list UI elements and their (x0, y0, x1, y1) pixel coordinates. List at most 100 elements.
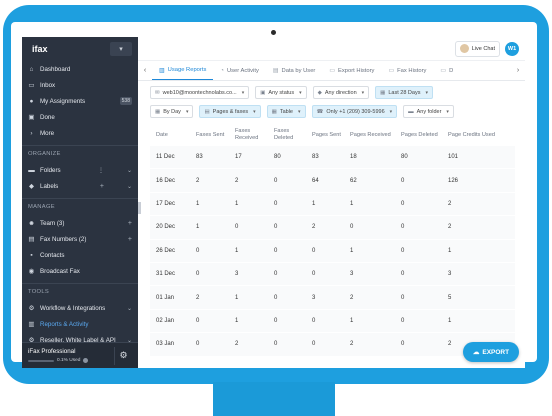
table-cell: 2 (235, 177, 239, 184)
live-chat-button[interactable]: Live Chat (454, 40, 500, 57)
cloud-upload-icon: ☁ (472, 349, 480, 356)
fax-number-filter[interactable]: ☎ Only +1 (209) 309-5996 ▾ (311, 105, 398, 118)
table-cell: 18 (350, 154, 357, 161)
user-avatar[interactable]: W1 (505, 41, 519, 56)
tab-fax-history[interactable]: ▭ Fax History (381, 61, 433, 80)
export-button[interactable]: ☁ EXPORT (463, 342, 519, 362)
sidebar-item-dashboard[interactable]: ⌂ Dashboard (22, 61, 138, 77)
tab-export-history[interactable]: ▭ Export History (322, 61, 381, 80)
column-header[interactable]: Faxes Deleted (268, 128, 306, 142)
table-cell: 0 (401, 341, 405, 348)
team-icon: ☻ (28, 219, 35, 227)
table-cell: 0 (196, 341, 200, 348)
chevron-down-icon[interactable]: ⌄ (127, 305, 132, 312)
section-title-organize: ORGANIZE (22, 145, 138, 159)
table-body: 11 Dec 83 17 80 83 18 80 101 16 Dec 2 2 0 64 62 0 126 17… (150, 146, 515, 357)
activity-icon: ◔ (220, 67, 224, 74)
sidebar-item-broadcast-fax[interactable]: ◉ Broadcast Fax (22, 263, 138, 279)
column-header[interactable]: Faxes Sent (190, 132, 229, 139)
table-cell: 1 (312, 200, 316, 207)
date-range-filter[interactable]: ▦ Last 28 Days ▾ (375, 86, 433, 99)
table-cell: 1 (235, 200, 239, 207)
table-cell: 2 (448, 200, 452, 207)
sidebar-item-contacts[interactable]: ▪ Contacts (22, 247, 138, 263)
metric-filter[interactable]: ▤ Pages & faxes ▾ (199, 105, 261, 118)
reports-icon: ▥ (28, 321, 35, 328)
sidebar-item-team[interactable]: ☻ Team (3) + (22, 215, 138, 231)
table-cell: 0 (401, 177, 405, 184)
tab-usage-reports[interactable]: ▥ Usage Reports (152, 61, 214, 80)
caret-down-icon: ▾ (389, 108, 393, 115)
usage-text: 0.1% Used (57, 358, 81, 363)
table-cell: 80 (401, 154, 408, 161)
table-cell: 0 (312, 271, 316, 278)
tab-more[interactable]: ▭ D (433, 61, 455, 80)
table-row: 16 Dec 2 2 0 64 62 0 126 (150, 169, 515, 193)
table-icon: ▦ (271, 108, 277, 115)
sidebar-item-fax-numbers[interactable]: ▤ Fax Numbers (2) + (22, 231, 138, 247)
inbox-icon: ▭ (28, 82, 35, 89)
info-icon[interactable] (83, 358, 89, 363)
table-cell: 01 Jan (156, 294, 175, 301)
sidebar-item-my-assignments[interactable]: ● My Assignments 538 (22, 93, 138, 109)
assignments-count-badge: 538 (119, 97, 132, 105)
table-cell: 0 (274, 177, 278, 184)
tab-user-activity[interactable]: ◔ User Activity (213, 61, 266, 80)
chevron-down-icon[interactable]: ▾ (110, 42, 132, 56)
chevron-down-icon[interactable]: ⌄ (127, 183, 132, 190)
column-header[interactable]: Pages Deleted (395, 132, 442, 139)
table-row: 01 Jan 2 1 0 3 2 0 5 (150, 286, 515, 310)
tab-data-by-user[interactable]: ▤ Data by User (266, 61, 323, 80)
sidebar-item-more[interactable]: › More (22, 125, 138, 141)
table-cell: 1 (235, 294, 239, 301)
kebab-menu-icon[interactable]: ⋮ (98, 167, 104, 174)
tabs-scroll-right-icon[interactable]: › (511, 67, 525, 74)
sidebar-item-done[interactable]: ▣ Done (22, 109, 138, 125)
chevron-down-icon[interactable]: ⌄ (127, 167, 132, 174)
add-label-icon[interactable]: + (100, 183, 104, 190)
table-cell: 26 Dec (156, 247, 176, 254)
settings-gear-icon[interactable]: ⚙ (114, 346, 132, 365)
user-filter[interactable]: ✉ web10@moontechnolabs.co... ▾ (150, 86, 250, 99)
tab-icon: ▭ (440, 68, 447, 74)
column-header[interactable]: Date (150, 132, 190, 139)
tabs-scroll-left-icon[interactable]: ‹ (138, 67, 152, 74)
sidebar-item-reports[interactable]: ▥ Reports & Activity (22, 316, 138, 332)
table-row: 02 Jan 0 1 0 0 1 0 1 (150, 310, 515, 334)
table-cell: 1 (448, 317, 452, 324)
table-row: 17 Dec 1 1 0 1 1 0 2 (150, 193, 515, 217)
table-cell: 0 (401, 247, 405, 254)
table-header: Date Faxes Sent Faxes Received Faxes Delete… (150, 124, 515, 146)
view-filter[interactable]: ▦ Table ▾ (266, 105, 306, 118)
plan-name: iFax Professional (28, 348, 76, 355)
sidebar-item-workflow[interactable]: ⚙ Workflow & Integrations ⌄ (22, 300, 138, 316)
chevron-right-icon: › (30, 129, 33, 137)
table-cell: 3 (235, 271, 239, 278)
folder-filter[interactable]: ▬ Any folder ▾ (403, 105, 454, 118)
sidebar-item-inbox[interactable]: ▭ Inbox (22, 77, 138, 93)
table-row: 03 Jan 0 2 0 0 2 0 2 (150, 333, 515, 357)
sidebar-item-folders[interactable]: ▬ Folders ⋮ ⌄ (22, 162, 138, 178)
add-fax-number-icon[interactable]: + (128, 236, 132, 243)
table-row: 11 Dec 83 17 80 83 18 80 101 (150, 146, 515, 170)
sidebar-item-labels[interactable]: ◆ Labels + ⌄ (22, 178, 138, 194)
table-cell: 1 (235, 247, 239, 254)
column-header[interactable]: Page Credits Used (442, 132, 502, 139)
table-cell: 16 Dec (156, 177, 176, 184)
app-screen: ifax ▾ ⌂ Dashboard ▭ Inbox ● My Assignme… (22, 37, 525, 368)
usage-progress-bar (28, 359, 54, 362)
status-filter[interactable]: ▣ Any status ▾ (255, 86, 307, 99)
column-header[interactable]: Faxes Received (229, 128, 268, 142)
table-cell: 0 (274, 247, 278, 254)
direction-icon: ◆ (317, 89, 322, 96)
export-history-icon: ▭ (329, 68, 336, 74)
section-title-manage: MANAGE (22, 198, 138, 212)
column-header[interactable]: Pages Sent (306, 132, 344, 139)
table-cell: 3 (448, 271, 452, 278)
direction-filter[interactable]: ◆ Any direction ▾ (312, 86, 370, 99)
column-header[interactable]: Pages Received (344, 132, 395, 139)
granularity-filter[interactable]: ▦ By Day ▾ (150, 105, 194, 118)
filter-row-2: ▦ By Day ▾ ▤ Pages & faxes ▾ ▦ Table ▾ ☎ Only +… (150, 105, 515, 118)
add-team-icon[interactable]: + (128, 220, 132, 227)
panel-resize-handle[interactable] (138, 202, 141, 214)
